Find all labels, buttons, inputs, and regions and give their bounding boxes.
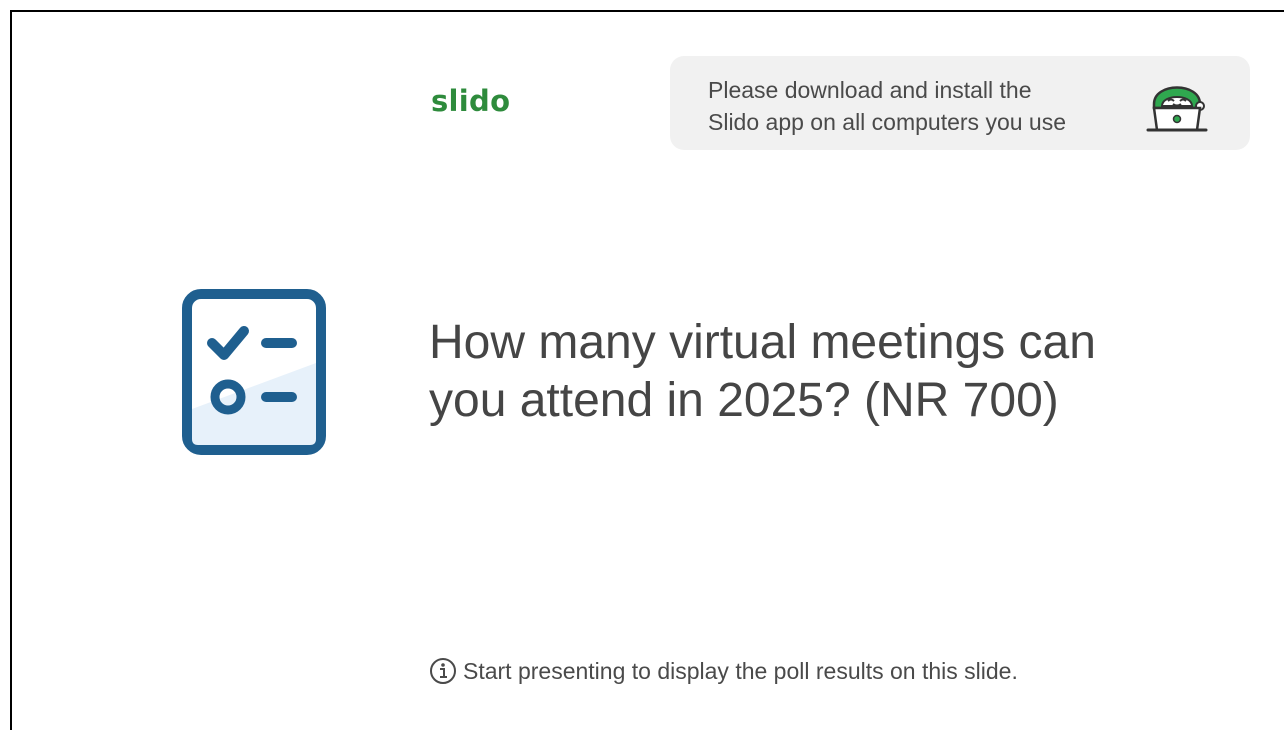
banner-line-2: Slido app on all computers you use <box>708 109 1066 135</box>
poll-question: How many virtual meetings can you attend… <box>429 314 1249 430</box>
hint-text: Start presenting to display the poll res… <box>463 657 1018 684</box>
checklist-poll-icon <box>182 289 326 455</box>
slido-mascot-laptop-icon <box>1146 86 1208 132</box>
slido-logo: slido <box>431 84 511 118</box>
install-app-banner: Please download and install the Slido ap… <box>670 56 1250 150</box>
slide: slido Please download and install the Sl… <box>10 10 1284 730</box>
banner-line-1: Please download and install the <box>708 77 1032 103</box>
info-icon <box>430 658 456 684</box>
banner-text: Please download and install the Slido ap… <box>708 74 1066 138</box>
presenting-hint: Start presenting to display the poll res… <box>429 657 1018 685</box>
poll-question-line-2: you attend in 2025? (NR 700) <box>429 374 1059 427</box>
poll-question-line-1: How many virtual meetings can <box>429 316 1096 369</box>
